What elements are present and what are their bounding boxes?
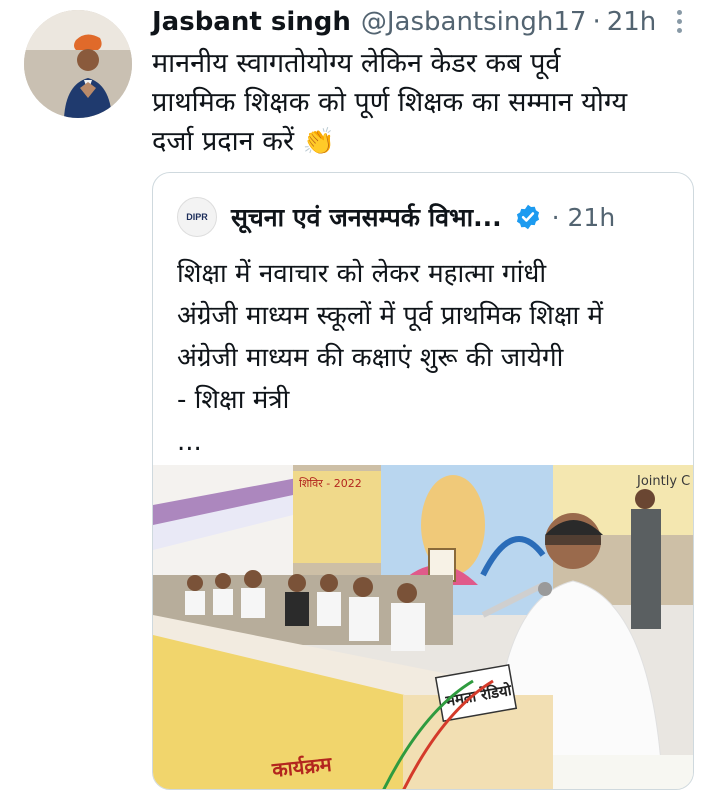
avatar-photo [24,10,132,118]
tweet-text-line: माननीय स्वागतोयोग्य लेकिन केडर कब पूर्व [152,48,561,79]
tweet-text-line: प्राथमिक शिक्षक को पूर्ण शिक्षक का सम्मा… [152,87,628,118]
dipr-logo-text: DIPR [186,212,208,222]
author-handle[interactable]: @Jasbantsingh17 [361,7,587,37]
author-name[interactable]: Jasbant singh [152,7,351,37]
tweet-text-line: दर्जा प्रदान करें 👏 [152,122,697,162]
quoted-tweet-card[interactable]: DIPR सूचना एवं जनसम्पर्क विभा... · 21h श… [152,172,694,790]
author-avatar[interactable] [24,10,132,118]
event-photo: शिविर - 2022 Jointly C कार्यक्रम ममता रे… [153,465,693,789]
quoted-text-line: - शिक्षा मंत्री [177,385,290,415]
tweet-text-line-content: दर्जा प्रदान करें [152,126,294,157]
tweet-timestamp[interactable]: 21h [607,7,657,37]
tweet-text: माननीय स्वागतोयोग्य लेकिन केडर कब पूर्व … [152,44,697,162]
quoted-tweet-header: DIPR सूचना एवं जनसम्पर्क विभा... · 21h [177,197,677,237]
quoted-text-line: शिक्षा में नवाचार को लेकर महात्मा गांधी [177,259,547,289]
quoted-text-line: अंग्रेजी माध्यम की कक्षाएं शुरू की जायेग… [177,343,564,373]
clapping-hands-emoji: 👏 [302,127,335,157]
verified-badge-icon [516,204,539,230]
separator-dot: · [551,202,560,232]
quoted-tweet-timestamp: 21h [567,202,616,232]
quoted-tweet-text: शिक्षा में नवाचार को लेकर महात्मा गांधी … [177,253,677,463]
banner-right-text: Jointly C [636,474,690,489]
separator-dot: · [592,7,601,37]
more-vertical-icon[interactable] [672,6,686,36]
quoted-author-avatar: DIPR [177,197,217,237]
banner-left-text: शिविर - 2022 [299,477,362,490]
quoted-tweet-photo[interactable]: शिविर - 2022 Jointly C कार्यक्रम ममता रे… [153,465,693,789]
tweet-header: Jasbant singh @Jasbantsingh17 · 21h [152,4,692,40]
quoted-text-ellipsis: ... [177,427,202,457]
quoted-author-name: सूचना एवं जनसम्पर्क विभा... [231,203,502,232]
quoted-text-line: अंग्रेजी माध्यम स्कूलों में पूर्व प्राथम… [177,301,604,331]
